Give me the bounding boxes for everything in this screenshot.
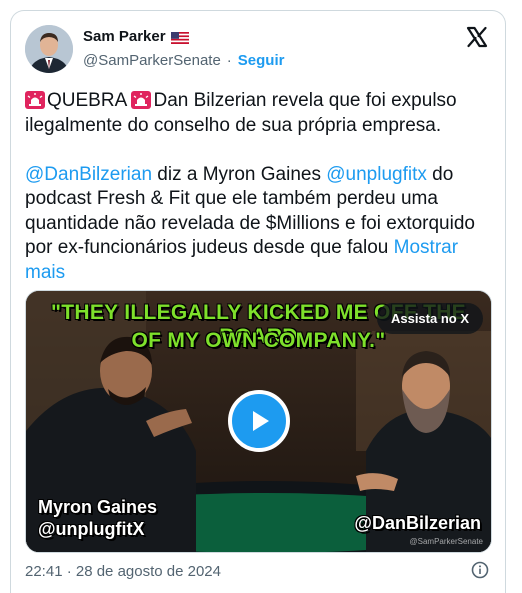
- us-flag-icon: [170, 31, 189, 44]
- author-handle-row: @SamParkerSenate · Seguir: [83, 52, 284, 69]
- author-name-row[interactable]: Sam Parker: [83, 28, 189, 45]
- author-name[interactable]: Sam Parker: [83, 28, 166, 45]
- tweet-card[interactable]: Sam Parker @SamParkerSenate · Seguir QUE…: [10, 10, 506, 593]
- video-player[interactable]: "THEY ILLEGALLY KICKED ME OFF THE BOARD …: [25, 290, 492, 553]
- watch-on-x-button[interactable]: Assista no X: [376, 303, 483, 334]
- x-logo-icon[interactable]: [465, 25, 489, 49]
- overlay-name: Myron Gaines: [38, 497, 158, 517]
- tweet-text-headline: QUEBRA: [47, 90, 132, 111]
- siren-emoji-icon: [25, 91, 45, 109]
- mention-link-unplugfitx[interactable]: @unplugfitx: [326, 164, 427, 185]
- follow-button[interactable]: Seguir: [238, 52, 285, 69]
- siren-emoji-icon: [131, 91, 152, 109]
- video-watermark: @SamParkerSenate: [409, 537, 484, 546]
- author-handle[interactable]: @SamParkerSenate: [83, 52, 221, 69]
- separator-dot: ·: [226, 52, 232, 69]
- overlay-handle: @unplugfitX: [38, 519, 145, 539]
- tweet-text: QUEBRA Dan Bilzerian revela que foi expu…: [25, 89, 497, 285]
- mention-link-danbilzerian[interactable]: @DanBilzerian: [25, 164, 152, 185]
- overlay-handle-right: @DanBilzerian: [354, 513, 481, 533]
- info-icon[interactable]: [471, 561, 489, 579]
- tweet-timestamp[interactable]: 22:41 · 28 de agosto de 2024: [25, 563, 221, 580]
- play-button[interactable]: [228, 390, 290, 452]
- avatar[interactable]: [25, 25, 73, 73]
- video-overlay-left: Myron Gaines @unplugfitX: [38, 496, 157, 540]
- play-icon: [253, 411, 269, 431]
- tweet-text-body: diz a Myron Gaines: [152, 163, 327, 185]
